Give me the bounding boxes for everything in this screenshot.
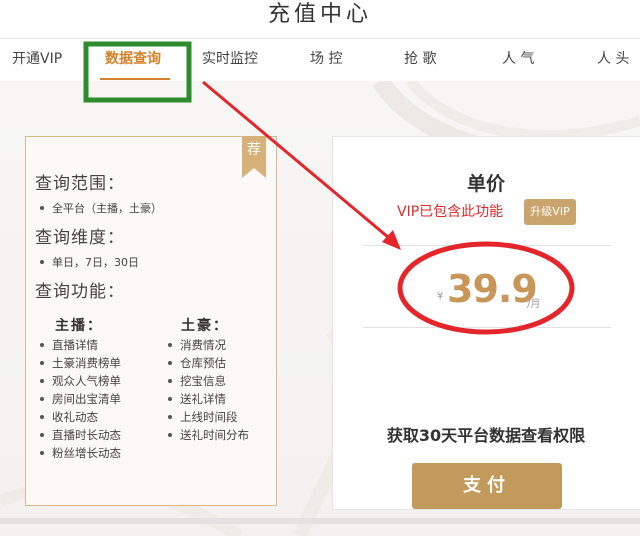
tab-popularity[interactable]: 人 气: [502, 39, 534, 81]
tycoon-function-list: 消费情况 仓库预估 挖宝信息 送礼详情 上线时间段 送礼时间分布: [168, 336, 249, 444]
page-title: 充值中心: [267, 2, 372, 27]
bullet-icon: [40, 206, 44, 210]
list-item: 房间出宝清单: [40, 390, 121, 408]
list-item: 送礼详情: [168, 390, 249, 408]
feature-card: 荐 查询范围： 全平台（主播，土豪） 查询维度： 单日，7日，30日 查询功能：…: [25, 136, 277, 506]
pay-button[interactable]: 支付: [412, 463, 562, 509]
bottom-divider: [0, 518, 640, 524]
price-unit: /月: [527, 299, 541, 310]
vip-included-note: VIP已包含此功能: [397, 204, 504, 220]
list-item: 粉丝增长动态: [40, 444, 121, 462]
list-item: 仓库预估: [168, 354, 249, 372]
list-item: 收礼动态: [40, 408, 121, 426]
active-tab-indicator: [100, 78, 170, 80]
tab-bar: 开通VIP 数据查询 实时监控 场 控 抢 歌 人 气 人 头: [0, 38, 640, 82]
query-scope-heading: 查询范围：: [35, 174, 125, 194]
price-display: ¥ 39.9 /月: [333, 263, 639, 323]
query-dimension-heading: 查询维度：: [35, 228, 125, 248]
tab-grab-song[interactable]: 抢 歌: [404, 39, 436, 81]
tab-realtime-monitor[interactable]: 实时监控: [202, 39, 258, 81]
anchor-heading: 主播：: [55, 318, 103, 334]
currency-symbol: ¥: [437, 291, 444, 302]
tycoon-heading: 土豪：: [181, 318, 229, 334]
tab-data-query[interactable]: 数据查询: [105, 39, 161, 81]
list-item: 挖宝信息: [168, 372, 249, 390]
benefit-description: 获取30天平台数据查看权限: [386, 426, 586, 445]
recommend-badge-label: 荐: [247, 142, 261, 158]
divider: [363, 245, 611, 246]
list-item: 观众人气榜单: [40, 372, 121, 390]
tab-room-control[interactable]: 场 控: [310, 39, 342, 81]
upgrade-vip-button[interactable]: 升级VIP: [524, 199, 576, 225]
query-function-heading: 查询功能：: [35, 282, 125, 302]
main-content: 荐 查询范围： 全平台（主播，土豪） 查询维度： 单日，7日，30日 查询功能：…: [0, 81, 640, 536]
list-item: 土豪消费榜单: [40, 354, 121, 372]
query-scope-item: 全平台（主播，土豪）: [40, 200, 162, 216]
anchor-function-list: 直播详情 土豪消费榜单 观众人气榜单 房间出宝清单 收礼动态 直播时长动态 粉丝…: [40, 336, 121, 462]
price-title: 单价: [466, 173, 505, 195]
list-item: 消费情况: [168, 336, 249, 354]
list-item: 上线时间段: [168, 408, 249, 426]
tab-open-vip[interactable]: 开通VIP: [12, 39, 62, 81]
price-card: 单价 VIP已包含此功能 升级VIP ¥ 39.9 /月 获取30天平台数据查看…: [332, 136, 640, 510]
list-item: 直播详情: [40, 336, 121, 354]
query-dimension-item: 单日，7日，30日: [40, 254, 139, 270]
price-amount: 39.9: [447, 267, 538, 311]
list-item: 送礼时间分布: [168, 426, 249, 444]
divider: [363, 327, 611, 328]
tab-headcount[interactable]: 人 头: [597, 39, 629, 81]
bullet-icon: [40, 260, 44, 264]
list-item: 直播时长动态: [40, 426, 121, 444]
